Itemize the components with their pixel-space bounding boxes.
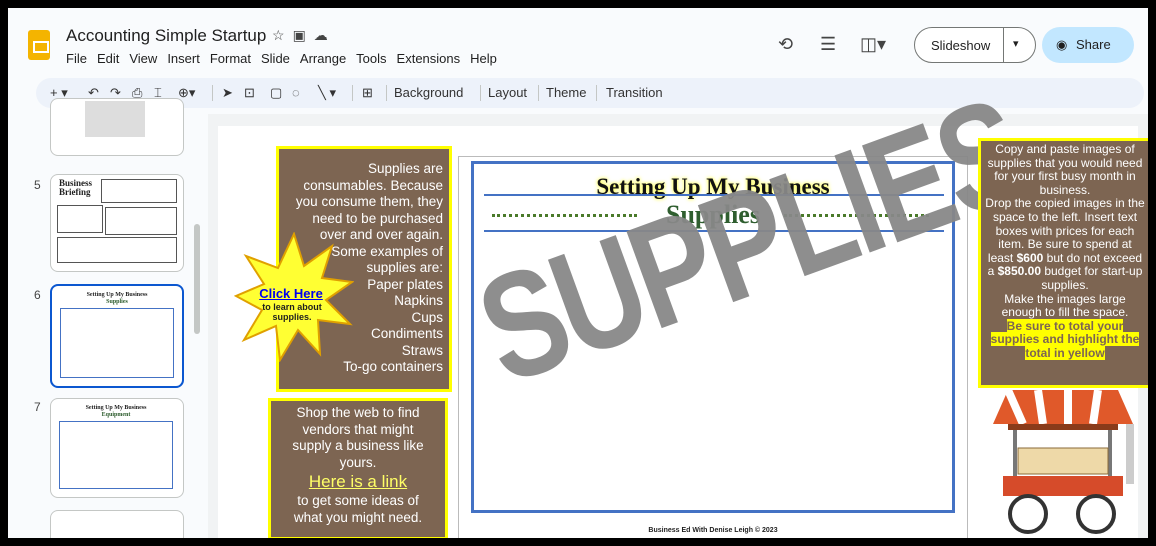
menu-edit[interactable]: Edit: [97, 51, 119, 66]
image-icon[interactable]: ▢: [270, 85, 282, 101]
app-header: Accounting Simple Startup ☆▣☁ File Edit …: [8, 8, 1148, 74]
document-title[interactable]: Accounting Simple Startup: [66, 26, 266, 46]
thumb-title: Business Briefing: [59, 178, 93, 197]
comments-icon[interactable]: ☰: [820, 34, 836, 55]
menu-help[interactable]: Help: [470, 51, 497, 66]
menu-slide[interactable]: Slide: [261, 51, 290, 66]
filmstrip-scrollbar[interactable]: [194, 224, 200, 334]
menu-extensions[interactable]: Extensions: [397, 51, 461, 66]
slides-app: Accounting Simple Startup ☆▣☁ File Edit …: [8, 8, 1148, 538]
select-pointer-icon[interactable]: ➤: [222, 85, 233, 101]
slide-number-7: 7: [34, 400, 41, 414]
food-cart-image[interactable]: [988, 384, 1138, 538]
slide-thumb-6-selected[interactable]: Setting Up My Business Supplies: [50, 284, 184, 388]
version-history-icon[interactable]: ⟲: [778, 34, 793, 55]
here-is-a-link[interactable]: Here is a link: [277, 471, 439, 493]
click-here-link[interactable]: Click Here: [246, 286, 336, 301]
move-folder-icon[interactable]: ▣: [293, 27, 314, 43]
menu-arrange[interactable]: Arrange: [300, 51, 346, 66]
instructions-box[interactable]: Copy and paste images of supplies that y…: [978, 138, 1148, 388]
slide-number-5: 5: [34, 178, 41, 192]
slide-thumb-8[interactable]: [50, 510, 184, 538]
text-box-icon[interactable]: ⊡: [244, 85, 255, 101]
cloud-status-icon[interactable]: ☁: [314, 27, 336, 43]
thumb-image: [85, 101, 145, 137]
toolbar-layout[interactable]: Layout: [488, 85, 527, 100]
slide-filmstrip: 5 Business Briefing 6 Setting Up My Busi…: [8, 98, 208, 538]
slideshow-label: Slideshow: [931, 38, 991, 53]
share-label: Share: [1076, 37, 1111, 52]
toolbar-theme[interactable]: Theme: [546, 85, 586, 100]
comment-add-icon[interactable]: ⊞: [362, 85, 373, 101]
slideshow-button[interactable]: Slideshow ▾: [914, 27, 1036, 63]
toolbar-background[interactable]: Background: [394, 85, 463, 100]
line-icon[interactable]: ╲ ▾: [318, 85, 336, 101]
menu-format[interactable]: Format: [210, 51, 251, 66]
highlighted-instruction: Be sure to total your supplies and highl…: [990, 318, 1140, 360]
chevron-down-icon[interactable]: ▾: [1013, 37, 1019, 50]
slide-thumb-5[interactable]: Business Briefing: [50, 174, 184, 272]
share-button[interactable]: ◉ Share: [1042, 27, 1134, 63]
menu-file[interactable]: File: [66, 51, 87, 66]
globe-icon: ◉: [1056, 37, 1068, 52]
slide-thumb-4[interactable]: [50, 98, 184, 156]
shape-icon[interactable]: ◌: [292, 85, 300, 100]
slide-thumb-7[interactable]: Setting Up My Business Equipment: [50, 398, 184, 498]
burst-text: to learn about supplies.: [262, 302, 322, 322]
title-actions: ☆▣☁: [272, 27, 336, 44]
meet-call-icon[interactable]: ◫▾: [860, 34, 886, 55]
slide-footer: Business Ed With Denise Leigh © 2023: [648, 527, 778, 534]
slide-canvas: Supplies are consumables. Because you co…: [208, 66, 1148, 538]
slide-page: Supplies are consumables. Because you co…: [218, 66, 1148, 538]
menu-view[interactable]: View: [129, 51, 157, 66]
shop-web-box[interactable]: Shop the web to find vendors that might …: [268, 398, 448, 538]
menu-tools[interactable]: Tools: [356, 51, 386, 66]
menu-bar: File Edit View Insert Format Slide Arran…: [66, 51, 497, 66]
toolbar-transition[interactable]: Transition: [606, 85, 663, 100]
star-icon[interactable]: ☆: [272, 27, 293, 43]
slide-number-6: 6: [34, 288, 41, 302]
slides-logo-icon[interactable]: [28, 30, 50, 60]
menu-insert[interactable]: Insert: [167, 51, 200, 66]
